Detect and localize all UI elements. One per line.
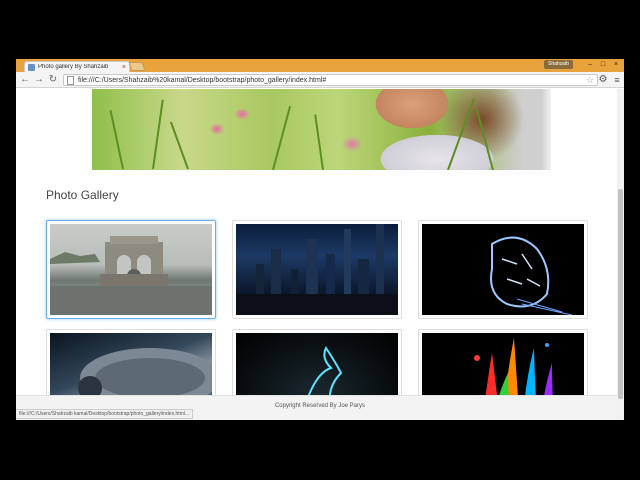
window-close-button[interactable]: × [610, 60, 622, 69]
profile-badge[interactable]: Shahzaib [544, 60, 573, 69]
forward-icon[interactable]: → [33, 74, 45, 86]
glowing-tiger-photo [422, 224, 584, 315]
vertical-scrollbar[interactable] [617, 89, 624, 420]
url-text[interactable]: file:///C:/Users/Shahzaib%20kamal/Deskto… [78, 75, 326, 86]
tab-photo-gallery[interactable]: Photo gallery By Shahzaib × [24, 61, 130, 72]
gallery-thumbnail[interactable] [418, 220, 588, 319]
new-tab-button[interactable] [128, 62, 146, 71]
tab-close-icon[interactable]: × [122, 64, 126, 71]
hero-banner-image [92, 89, 541, 170]
reload-icon[interactable]: ↻ [47, 74, 59, 86]
page-favicon-icon [28, 63, 35, 71]
scrollbar-thumb[interactable] [618, 189, 623, 399]
back-icon[interactable]: ← [19, 74, 31, 86]
minimize-button[interactable]: – [584, 60, 596, 69]
browser-window: Photo gallery By Shahzaib × Shahzaib – □… [16, 59, 624, 420]
status-bar-url: file:///C:/Users/Shahzaib kamal/Desktop/… [16, 409, 194, 419]
maximize-button[interactable]: □ [597, 60, 609, 69]
page-icon [67, 76, 74, 85]
tab-title: Photo gallery By Shahzaib [38, 64, 109, 70]
page-viewport: Photo Gallery Copyright Reserved By Joe … [16, 89, 624, 420]
night-city-photo [236, 224, 398, 315]
address-bar[interactable]: file:///C:/Users/Shahzaib%20kamal/Deskto… [63, 74, 598, 86]
gallery-heading: Photo Gallery [46, 188, 119, 202]
settings-icon[interactable]: ⚙ [597, 74, 609, 86]
browser-toolbar: ← → ↻ file:///C:/Users/Shahzaib%20kamal/… [16, 72, 624, 88]
bookmark-star-icon[interactable]: ☆ [586, 75, 594, 86]
hero-edge-shadow [541, 89, 551, 170]
menu-icon[interactable]: ≡ [612, 74, 622, 86]
title-bar: Photo gallery By Shahzaib × Shahzaib – □… [16, 59, 624, 72]
gallery-thumbnail[interactable] [232, 220, 402, 319]
gallery-thumbnail[interactable] [46, 220, 216, 319]
ruins-in-water-photo [50, 224, 212, 315]
